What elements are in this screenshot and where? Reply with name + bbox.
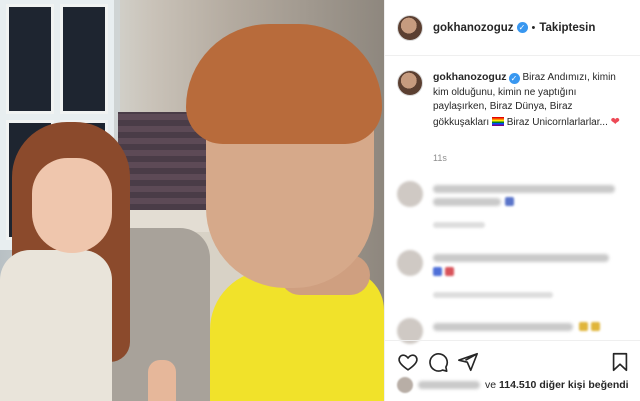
photo-girl-body [0,250,112,401]
share-icon[interactable] [457,351,479,373]
comment-text-redacted [433,323,573,331]
photo-thumb [148,360,176,401]
liker-name-redacted [418,381,480,389]
caption-body: gokhanozoguz ✓ Biraz Andımızı, kimin kim o… [433,70,629,130]
comment-text-redacted [433,185,615,193]
comment-text-redacted [433,198,501,206]
caption-username[interactable]: gokhanozoguz [433,71,507,83]
caption-avatar[interactable] [397,70,423,96]
following-button[interactable]: Takiptesin [539,22,595,34]
heart-icon[interactable] [397,351,419,373]
comment-item [397,181,633,233]
comment-emoji-icon [591,322,600,331]
post-caption: gokhanozoguz ✓ Biraz Andımızı, kimin kim o… [397,70,633,130]
comment-emoji-icon [433,267,442,276]
likes-connector: ve [485,379,497,391]
heart-emoji-icon: ❤ [610,115,620,128]
rainbow-flag-icon [491,116,504,126]
photo-girl-face [32,158,112,253]
caption-timestamp[interactable]: 11s [433,153,447,163]
comment-emoji-icon [445,267,454,276]
window-pane [6,4,54,114]
comment-avatar[interactable] [397,250,423,276]
author-username[interactable]: gokhanozoguz [433,22,514,34]
comment-meta-redacted [433,292,553,298]
comment-meta-redacted [433,222,485,228]
post-side-panel: gokhanozoguz ✓ • Takiptesin gokhanozoguz… [384,0,640,401]
comment-avatar[interactable] [397,181,423,207]
post-action-bar [385,340,640,380]
liker-avatar [397,377,413,393]
comment-text-redacted [433,254,609,262]
window-pane [60,4,108,114]
caption-text-2: Biraz Unicornlarlarlar... [506,116,608,128]
likes-count[interactable]: 114.510 [499,379,536,391]
comment-icon[interactable] [427,351,449,373]
likes-suffix[interactable]: diğer kişi beğendi [539,379,628,391]
post-photo[interactable] [0,0,384,401]
post-header: gokhanozoguz ✓ • Takiptesin [385,0,640,56]
verified-badge-icon: ✓ [516,22,528,33]
comment-item [397,318,633,344]
comment-emoji-icon [579,322,588,331]
author-avatar[interactable] [397,14,423,41]
header-separator: • [531,21,536,34]
comment-emoji-icon [505,197,514,206]
verified-badge-icon: ✓ [508,73,520,84]
comment-item [397,250,633,306]
bookmark-icon[interactable] [609,351,631,373]
likes-summary[interactable]: ve 114.510 diğer kişi beğendi [397,376,637,394]
